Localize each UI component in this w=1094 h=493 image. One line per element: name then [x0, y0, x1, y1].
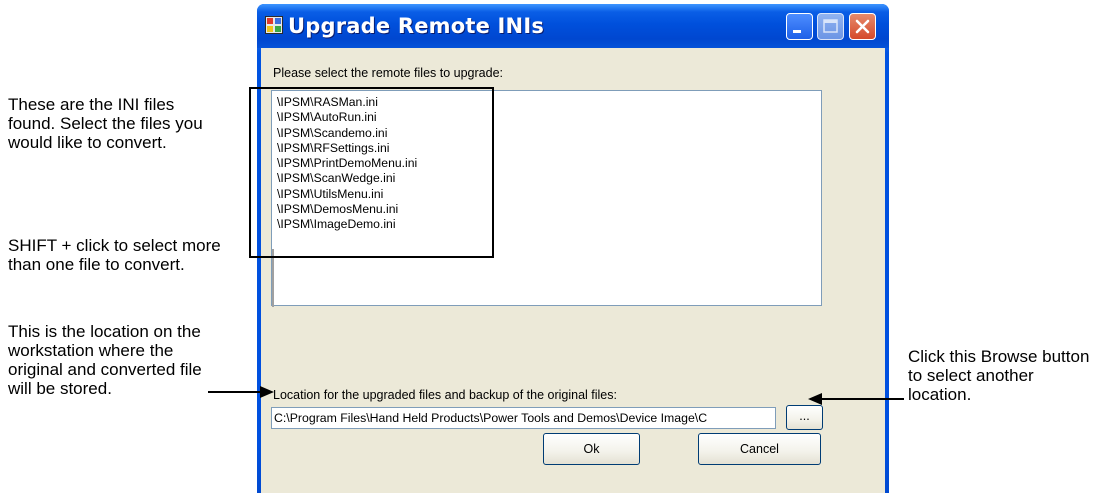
maximize-button[interactable] [817, 13, 844, 40]
location-path-input[interactable]: C:\Program Files\Hand Held Products\Powe… [271, 407, 776, 429]
annotation-shift-click: SHIFT + click to select more than one fi… [8, 236, 221, 274]
right-arrow-icon [808, 393, 904, 405]
minimize-button[interactable] [786, 13, 813, 40]
annotation-browse: Click this Browse button to select anoth… [908, 347, 1090, 404]
minimize-icon [793, 30, 801, 33]
annotation-ini-files: These are the INI files found. Select th… [8, 95, 203, 152]
close-icon [855, 19, 870, 34]
left-arrow-icon [208, 386, 274, 398]
select-files-label: Please select the remote files to upgrad… [273, 66, 503, 80]
browse-button[interactable]: ... [786, 405, 823, 430]
annotation-location: This is the location on the workstation … [8, 322, 202, 398]
app-window-icon [265, 16, 283, 34]
cancel-button[interactable]: Cancel [698, 433, 821, 465]
ok-button[interactable]: Ok [543, 433, 640, 465]
maximize-icon [823, 19, 838, 33]
window-title: Upgrade Remote INIs [288, 14, 545, 38]
close-button[interactable] [849, 13, 876, 40]
title-bar[interactable]: Upgrade Remote INIs [257, 4, 889, 48]
location-label: Location for the upgraded files and back… [273, 388, 617, 402]
callout-highlight-box [249, 87, 494, 258]
